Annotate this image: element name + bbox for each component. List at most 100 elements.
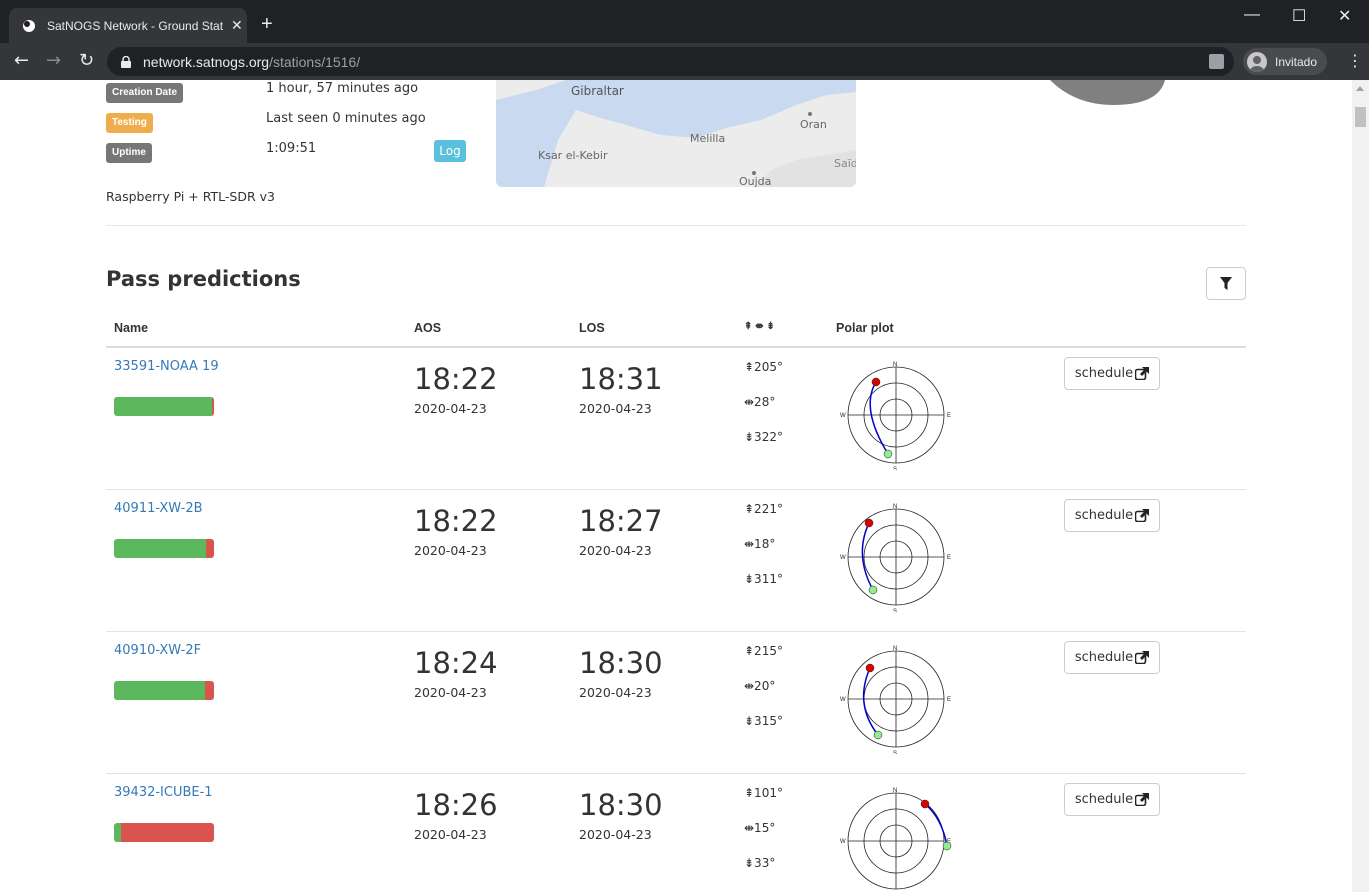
profile-name: Invitado xyxy=(1275,54,1318,69)
svg-text:N: N xyxy=(893,646,897,652)
browser-tab[interactable]: SatNOGS Network - Ground Station ✕ xyxy=(9,8,247,43)
success-rate-bar xyxy=(114,539,214,558)
polar-plot: N S W E xyxy=(840,362,951,470)
column-header-los: LOS xyxy=(579,321,605,335)
max-elevation: ⇼15° xyxy=(744,821,776,835)
minimize-button[interactable]: — xyxy=(1244,6,1260,24)
success-rate-bad xyxy=(205,681,214,700)
svg-text:W: W xyxy=(840,555,846,561)
los-date: 2020-04-23 xyxy=(579,543,652,558)
station-map[interactable]: Gibraltar Oran Melilla Ksar el-Kebir Ouj… xyxy=(496,80,856,187)
pass-predictions-title: Pass predictions xyxy=(106,267,301,291)
svg-text:N: N xyxy=(893,504,897,510)
external-link-icon xyxy=(1135,651,1150,664)
max-elevation: ⇼18° xyxy=(744,537,776,551)
map-label-said: Saïd xyxy=(834,157,856,170)
table-row: 39432-ICUBE-1 18:26 2020-04-23 18:30 202… xyxy=(106,774,1246,892)
guest-avatar-icon xyxy=(1247,51,1267,72)
los-date: 2020-04-23 xyxy=(579,685,652,700)
last-seen-value: Last seen 0 minutes ago xyxy=(266,111,426,126)
svg-text:E: E xyxy=(947,413,951,419)
los-date: 2020-04-23 xyxy=(579,401,652,416)
scroll-up-arrow-icon[interactable] xyxy=(1356,86,1364,91)
svg-text:N: N xyxy=(893,362,897,368)
creation-date-badge: Creation Date xyxy=(106,83,184,103)
map-label-oujda: Oujda xyxy=(739,175,772,187)
scrollbar-thumb[interactable] xyxy=(1355,107,1366,127)
schedule-button[interactable]: schedule xyxy=(1064,783,1160,816)
aos-time: 18:22 xyxy=(414,362,498,396)
svg-text:S: S xyxy=(893,467,897,470)
success-rate-bar xyxy=(114,681,214,700)
los-time: 18:30 xyxy=(579,646,663,680)
max-elevation: ⇼28° xyxy=(744,395,776,409)
log-button[interactable]: Log xyxy=(434,140,466,162)
table-row: 40910-XW-2F 18:24 2020-04-23 18:30 2020-… xyxy=(106,632,1246,774)
success-rate-bad xyxy=(206,539,214,558)
uptime-badge: Uptime xyxy=(106,143,152,163)
tab-close-icon[interactable]: ✕ xyxy=(231,18,243,34)
aos-date: 2020-04-23 xyxy=(414,543,487,558)
schedule-button[interactable]: schedule xyxy=(1064,499,1160,532)
address-bar[interactable]: network.satnogs.org/stations/1516/ xyxy=(107,47,1234,76)
rise-azimuth: ⇞221° xyxy=(744,502,783,516)
svg-text:S: S xyxy=(893,609,897,612)
polar-plot: N S W E xyxy=(840,646,951,754)
rise-azimuth: ⇞205° xyxy=(744,360,783,374)
back-arrow-icon[interactable]: ← xyxy=(14,52,29,70)
svg-text:N: N xyxy=(893,788,897,794)
translate-icon[interactable] xyxy=(1209,54,1224,69)
polar-plot: N S W E xyxy=(840,504,951,612)
hardware-description: Raspberry Pi + RTL-SDR v3 xyxy=(106,189,275,204)
browser-titlebar: SatNOGS Network - Ground Station ✕ + — ☐… xyxy=(0,0,1369,43)
satellite-link[interactable]: 40910-XW-2F xyxy=(114,643,201,658)
filter-button[interactable] xyxy=(1206,267,1246,300)
page-content: Creation Date 1 hour, 57 minutes ago Tes… xyxy=(0,80,1352,892)
section-divider xyxy=(106,225,1246,226)
creation-date-value: 1 hour, 57 minutes ago xyxy=(266,81,419,96)
success-rate-good xyxy=(114,539,206,558)
new-tab-button[interactable]: + xyxy=(261,14,273,34)
column-header-name: Name xyxy=(114,321,149,335)
filter-icon xyxy=(1220,277,1232,290)
aos-date: 2020-04-23 xyxy=(414,685,487,700)
set-azimuth: ⇟311° xyxy=(744,572,783,586)
satellite-link[interactable]: 33591-NOAA 19 xyxy=(114,359,219,374)
satnogs-favicon-icon xyxy=(21,18,37,34)
schedule-label: schedule xyxy=(1074,792,1134,807)
forward-arrow-icon[interactable]: → xyxy=(46,52,61,70)
profile-button[interactable]: Invitado xyxy=(1243,48,1327,75)
satellite-link[interactable]: 40911-XW-2B xyxy=(114,501,203,516)
max-elevation: ⇼20° xyxy=(744,679,776,693)
column-header-aos: AOS xyxy=(414,321,442,335)
rise-azimuth: ⇞101° xyxy=(744,786,783,800)
success-rate-good xyxy=(114,397,212,416)
maximize-button[interactable]: ☐ xyxy=(1292,6,1306,26)
close-window-button[interactable]: ✕ xyxy=(1338,6,1351,26)
map-label-oran: Oran xyxy=(800,118,827,131)
success-rate-bad xyxy=(212,397,214,416)
aos-time: 18:24 xyxy=(414,646,498,680)
external-link-icon xyxy=(1135,367,1150,380)
aos-date: 2020-04-23 xyxy=(414,401,487,416)
satellite-link[interactable]: 39432-ICUBE-1 xyxy=(114,785,213,800)
svg-text:W: W xyxy=(840,697,846,703)
los-time: 18:27 xyxy=(579,504,663,538)
lock-icon xyxy=(121,55,131,68)
svg-text:E: E xyxy=(947,555,951,561)
schedule-button[interactable]: schedule xyxy=(1064,357,1160,390)
aos-date: 2020-04-23 xyxy=(414,827,487,842)
map-label-melilla: Melilla xyxy=(690,132,726,145)
column-header-polar-plot: Polar plot xyxy=(836,321,894,335)
aos-time: 18:22 xyxy=(414,504,498,538)
polar-plot: N S W E xyxy=(840,788,952,890)
external-link-icon xyxy=(1135,793,1150,806)
schedule-button[interactable]: schedule xyxy=(1064,641,1160,674)
schedule-label: schedule xyxy=(1074,650,1134,665)
browser-menu-icon[interactable]: ⋮ xyxy=(1347,53,1363,69)
column-header-angles: ⇞ ⇼ ⇟ xyxy=(744,321,775,332)
map-label-ksar: Ksar el-Kebir xyxy=(538,149,608,162)
set-azimuth: ⇟33° xyxy=(744,856,776,870)
reload-icon[interactable]: ↻ xyxy=(79,52,94,70)
page-scrollbar[interactable] xyxy=(1352,80,1369,892)
